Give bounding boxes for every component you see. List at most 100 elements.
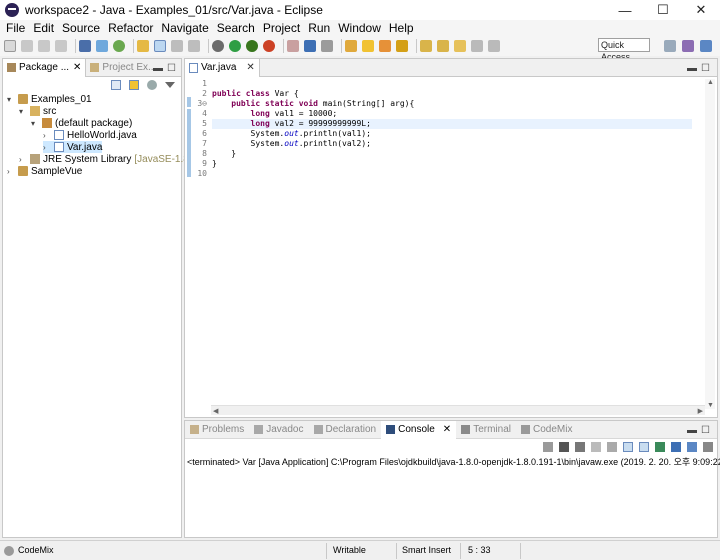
code-line[interactable]: public static void main(String[] arg){	[212, 99, 692, 109]
tab-problems[interactable]: Problems	[185, 421, 249, 439]
chevron-down-icon[interactable]: ▾	[7, 95, 15, 104]
print-icon[interactable]	[55, 40, 67, 52]
menu-refactor[interactable]: Refactor	[106, 21, 159, 35]
tree-item-helloworld[interactable]: › HelloWorld.java	[43, 129, 137, 141]
editor-vertical-scrollbar[interactable]: ▲ ▼	[705, 79, 715, 409]
refresh-icon[interactable]	[113, 40, 125, 52]
tab-javadoc[interactable]: Javadoc	[249, 421, 308, 439]
menu-source[interactable]: Source	[60, 21, 106, 35]
view-menu-icon[interactable]	[703, 442, 713, 452]
menu-search[interactable]: Search	[215, 21, 261, 35]
code-line[interactable]	[212, 169, 692, 179]
menu-window[interactable]: Window	[336, 21, 387, 35]
minimize-view-icon[interactable]: ▬	[687, 425, 697, 436]
new-java-project-icon[interactable]	[96, 40, 108, 52]
skip-breakpoints-icon[interactable]	[79, 40, 91, 52]
chevron-down-icon[interactable]: ▾	[31, 119, 39, 128]
code-line[interactable]: System.out.println(val2);	[212, 139, 692, 149]
tab-codemix[interactable]: CodeMix	[516, 421, 577, 439]
tab-project-explorer[interactable]: Project Ex...	[86, 59, 160, 77]
maximize-view-icon[interactable]: ☐	[701, 425, 710, 436]
last-edit-icon[interactable]	[454, 40, 466, 52]
tree-item-jre-library[interactable]: › JRE System Library [JavaSE-1.8]	[19, 153, 192, 165]
back-icon[interactable]	[471, 40, 483, 52]
menu-navigate[interactable]: Navigate	[159, 21, 214, 35]
pin-console-icon[interactable]	[655, 442, 665, 452]
search-icon[interactable]	[396, 40, 408, 52]
chevron-right-icon[interactable]: ›	[7, 167, 15, 176]
menu-run[interactable]: Run	[306, 21, 336, 35]
menu-file[interactable]: File	[4, 21, 31, 35]
scroll-left-icon[interactable]: ◀	[213, 407, 218, 415]
menu-project[interactable]: Project	[261, 21, 306, 35]
close-icon[interactable]: ✕	[73, 62, 81, 73]
link-with-editor-icon[interactable]	[129, 80, 139, 90]
code-line[interactable]: }	[212, 149, 692, 159]
code-editor[interactable]: Var.java ✕ ▬ ☐ 1 2 3⊖ 4 5 6 7 8 9 10 pub…	[184, 58, 718, 418]
code-line[interactable]: System.out.println(val1);	[212, 129, 692, 139]
editor-horizontal-scrollbar[interactable]: ◀ ▶	[211, 405, 705, 415]
deploy-icon[interactable]	[304, 40, 316, 52]
open-console-icon[interactable]	[687, 442, 697, 452]
scroll-right-icon[interactable]: ▶	[698, 407, 703, 415]
clear-console-icon[interactable]	[591, 442, 601, 452]
previous-annotation-icon[interactable]	[437, 40, 449, 52]
chevron-right-icon[interactable]: ›	[43, 131, 51, 140]
code-line[interactable]	[212, 79, 692, 89]
quick-access-input[interactable]: Quick Access	[598, 38, 650, 62]
code-line[interactable]: }	[212, 159, 692, 169]
console-output[interactable]: <terminated> Var [Java Application] C:\P…	[185, 455, 720, 468]
stop-icon[interactable]	[287, 40, 299, 52]
display-console-icon[interactable]	[671, 442, 681, 452]
tab-var-java[interactable]: Var.java ✕	[185, 58, 260, 77]
minimize-view-icon[interactable]: ▬	[687, 63, 697, 74]
forward-icon[interactable]	[488, 40, 500, 52]
scroll-down-icon[interactable]: ▼	[707, 402, 714, 409]
minimize-view-icon[interactable]: ▬	[153, 63, 163, 74]
close-window-button[interactable]: ✕	[682, 0, 720, 20]
tree-item-samplevue[interactable]: › SampleVue	[7, 165, 82, 177]
focus-icon[interactable]	[147, 80, 157, 90]
collapse-all-icon[interactable]	[111, 80, 121, 90]
pencil-icon[interactable]	[379, 40, 391, 52]
tab-terminal[interactable]: Terminal	[456, 421, 516, 439]
tree-item-src[interactable]: ▾ src	[19, 105, 56, 117]
chevron-down-icon[interactable]: ▾	[19, 107, 27, 116]
tree-item-default-package[interactable]: ▾ (default package)	[31, 117, 132, 129]
open-perspective-icon[interactable]	[664, 40, 676, 52]
code-line[interactable]: long val1 = 10000;	[212, 109, 692, 119]
tab-package-explorer[interactable]: Package ... ✕	[3, 58, 87, 77]
coverage-icon[interactable]	[246, 40, 258, 52]
codemix-status[interactable]: CodeMix	[18, 545, 54, 555]
java-ee-perspective-icon[interactable]	[682, 40, 694, 52]
terminate-icon[interactable]	[543, 442, 553, 452]
run-icon[interactable]	[229, 40, 241, 52]
show-whitespace-icon[interactable]	[188, 40, 200, 52]
minimize-button[interactable]: —	[606, 0, 644, 20]
tab-declaration[interactable]: Declaration	[309, 421, 382, 439]
line-number[interactable]: 3⊖	[193, 99, 207, 109]
tab-console[interactable]: Console ✕	[381, 420, 457, 439]
code-text-area[interactable]: public class Var { public static void ma…	[212, 79, 692, 179]
remove-all-terminated-icon[interactable]	[575, 442, 585, 452]
close-icon[interactable]: ✕	[246, 62, 254, 73]
codemix-status-icon[interactable]	[4, 546, 14, 556]
maximize-button[interactable]: ☐	[644, 0, 682, 20]
new-icon[interactable]	[4, 40, 16, 52]
show-stdout-icon[interactable]	[623, 442, 633, 452]
chevron-right-icon[interactable]: ›	[19, 155, 27, 164]
view-menu-icon[interactable]	[165, 82, 175, 88]
external-tools-icon[interactable]	[263, 40, 275, 52]
open-type-icon[interactable]	[137, 40, 149, 52]
save-all-icon[interactable]	[38, 40, 50, 52]
scroll-lock-icon[interactable]	[607, 442, 617, 452]
open-folder-icon[interactable]	[362, 40, 374, 52]
close-icon[interactable]: ✕	[443, 424, 451, 435]
save-icon[interactable]	[21, 40, 33, 52]
java-perspective-icon[interactable]	[700, 40, 712, 52]
remove-launch-icon[interactable]	[559, 442, 569, 452]
block-selection-icon[interactable]	[171, 40, 183, 52]
maximize-view-icon[interactable]: ☐	[701, 63, 710, 74]
menu-help[interactable]: Help	[387, 21, 420, 35]
next-annotation-icon[interactable]	[420, 40, 432, 52]
